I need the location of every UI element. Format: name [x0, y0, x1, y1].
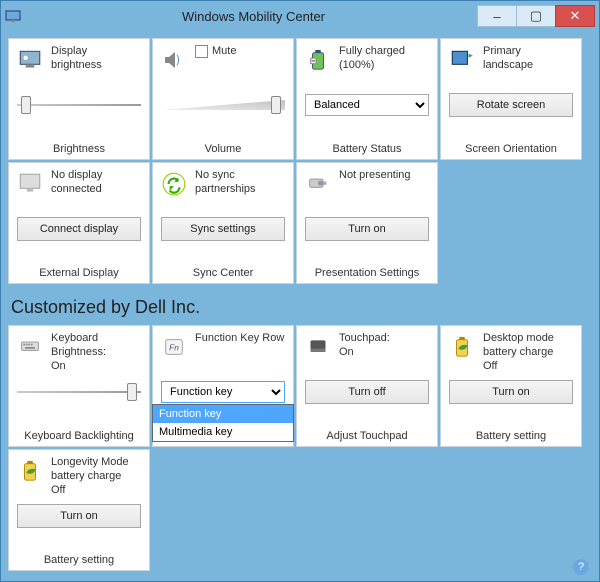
mute-checkbox[interactable]: [195, 45, 208, 58]
tile-footer: Battery Status: [303, 137, 431, 159]
tile-label: Primary: [483, 45, 533, 59]
volume-slider[interactable]: [161, 98, 285, 112]
speaker-icon: [159, 45, 189, 75]
tile-touchpad: Touchpad: On Turn off Adjust Touchpad: [296, 325, 438, 447]
touchpad-icon: [303, 332, 333, 362]
tile-sync: No sync partnerships Sync settings Sync …: [152, 162, 294, 284]
tile-label: Fully charged: [339, 45, 405, 59]
tile-battery: Fully charged (100%) Balanced Battery St…: [296, 38, 438, 160]
system-tiles: Display brightness Brightness: [7, 37, 593, 285]
brightness-icon: [15, 45, 45, 75]
tile-footer: External Display: [15, 261, 143, 283]
fnkey-dropdown: Function key Multimedia key: [152, 404, 294, 442]
tile-footer: Screen Orientation: [447, 137, 575, 159]
tile-label: Function Key Row: [195, 332, 284, 346]
tile-function-key: Fn Function Key Row Function key Functio…: [152, 325, 294, 447]
tile-footer: Battery setting: [15, 548, 143, 570]
tile-label: battery charge: [51, 470, 129, 484]
window-title: Windows Mobility Center: [29, 9, 478, 24]
tile-label: Desktop mode: [483, 332, 554, 346]
tile-label: landscape: [483, 59, 533, 73]
power-plan-select[interactable]: Balanced: [305, 94, 429, 116]
tile-label: battery charge: [483, 346, 554, 360]
tile-label: Touchpad:: [339, 332, 390, 346]
fnkey-option[interactable]: Function key: [153, 405, 293, 423]
tile-external-display: No display connected Connect display Ext…: [8, 162, 150, 284]
sync-settings-button[interactable]: Sync settings: [161, 217, 285, 241]
mute-label: Mute: [212, 45, 236, 59]
tile-footer: Volume: [159, 137, 287, 159]
external-display-icon: [15, 169, 45, 199]
tile-footer: Presentation Settings: [303, 261, 431, 283]
tile-label: Not presenting: [339, 169, 411, 183]
help-icon[interactable]: ?: [573, 559, 589, 575]
fnkey-select[interactable]: Function key: [161, 381, 285, 403]
tile-footer: Battery setting: [447, 424, 575, 446]
tile-label: Display: [51, 45, 102, 59]
brightness-slider[interactable]: [17, 98, 141, 112]
tile-label: No sync: [195, 169, 256, 183]
desktop-battery-turn-on-button[interactable]: Turn on: [449, 380, 573, 404]
tile-label: connected: [51, 183, 102, 197]
tile-footer: Sync Center: [159, 261, 287, 283]
tile-volume: Mute Volume: [152, 38, 294, 160]
tile-label: partnerships: [195, 183, 256, 197]
tile-screen-orientation: Primary landscape Rotate screen Screen O…: [440, 38, 582, 160]
presentation-turn-on-button[interactable]: Turn on: [305, 217, 429, 241]
svg-text:Fn: Fn: [169, 344, 179, 353]
connect-display-button[interactable]: Connect display: [17, 217, 141, 241]
tile-footer: Keyboard Backlighting: [15, 424, 143, 446]
tile-label: Longevity Mode: [51, 456, 129, 470]
tile-label: brightness: [51, 59, 102, 73]
battery-leaf-icon: [447, 332, 477, 362]
tile-footer: Brightness: [15, 137, 143, 159]
fn-key-icon: Fn: [159, 332, 189, 362]
tile-label: No display: [51, 169, 102, 183]
sync-icon: [159, 169, 189, 199]
tile-label: Keyboard: [51, 332, 106, 346]
tile-brightness: Display brightness Brightness: [8, 38, 150, 160]
section-header: Customized by Dell Inc.: [11, 297, 589, 318]
maximize-button[interactable]: ▢: [516, 5, 556, 27]
touchpad-turn-off-button[interactable]: Turn off: [305, 380, 429, 404]
projector-icon: [303, 169, 333, 199]
app-icon: [5, 8, 21, 24]
tile-longevity-battery: Longevity Mode battery charge Off Turn o…: [8, 449, 150, 571]
tile-footer: Adjust Touchpad: [303, 424, 431, 446]
rotate-screen-icon: [447, 45, 477, 75]
battery-icon: [303, 45, 333, 75]
keyboard-backlight-slider[interactable]: [17, 385, 141, 399]
dell-tiles: Keyboard Brightness: On Keyboard Backlig…: [7, 324, 593, 572]
tile-label: (100%): [339, 59, 405, 73]
tile-label: On: [339, 346, 390, 360]
keyboard-icon: [15, 332, 45, 362]
fnkey-option[interactable]: Multimedia key: [153, 423, 293, 441]
close-button[interactable]: ✕: [555, 5, 595, 27]
tile-desktop-battery: Desktop mode battery charge Off Turn on …: [440, 325, 582, 447]
longevity-turn-on-button[interactable]: Turn on: [17, 504, 141, 528]
battery-leaf-icon: [15, 456, 45, 486]
minimize-button[interactable]: –: [477, 5, 517, 27]
tile-label: Brightness:: [51, 346, 106, 360]
tile-presentation: Not presenting Turn on Presentation Sett…: [296, 162, 438, 284]
titlebar: Windows Mobility Center – ▢ ✕: [1, 1, 599, 31]
tile-keyboard-backlight: Keyboard Brightness: On Keyboard Backlig…: [8, 325, 150, 447]
rotate-screen-button[interactable]: Rotate screen: [449, 93, 573, 117]
